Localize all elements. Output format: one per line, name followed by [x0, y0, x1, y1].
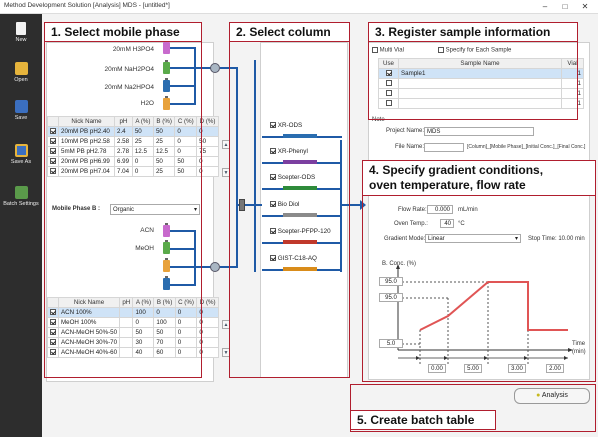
callout-gradient-line2: oven temperature, flow rate — [369, 178, 526, 192]
callout-select-column: 2. Select column — [229, 22, 350, 42]
project-name-input[interactable]: MDS — [424, 127, 534, 136]
sidebar-item-label: Batch Settings — [3, 201, 39, 207]
sidebar-item-label: Save As — [10, 159, 32, 165]
sidebar: New Open Save Save As Batch Settings — [0, 14, 42, 437]
mobile-phase-highlight — [44, 22, 202, 378]
callout-select-mobile-phase: 1. Select mobile phase — [44, 22, 202, 42]
window-title: Method Development Solution [Analysis] M… — [4, 2, 170, 9]
column-highlight — [229, 22, 350, 378]
title-bar: Method Development Solution [Analysis] M… — [0, 0, 598, 14]
open-folder-icon — [14, 62, 28, 75]
pump-b-icon — [210, 262, 220, 272]
callout-gradient-line1: 4. Specify gradient conditions, — [369, 163, 544, 177]
sidebar-item-save-as[interactable]: Save As — [0, 144, 42, 165]
maximize-button[interactable]: □ — [558, 1, 572, 12]
save-icon — [14, 100, 28, 113]
sidebar-item-new[interactable]: New — [0, 22, 42, 43]
sidebar-item-open[interactable]: Open — [0, 62, 42, 83]
callout-register-sample: 3. Register sample information — [368, 22, 578, 42]
file-name-label: File Name: — [395, 144, 425, 150]
batch-settings-icon — [14, 186, 28, 199]
sidebar-item-label: Open — [14, 77, 28, 83]
minimize-button[interactable]: – — [538, 1, 552, 12]
save-as-icon — [14, 144, 28, 157]
sidebar-item-label: New — [15, 37, 27, 43]
pump-a-icon — [210, 63, 220, 73]
project-name-label: Project Name: — [386, 128, 425, 134]
new-file-icon — [16, 22, 26, 35]
file-name-input[interactable] — [424, 143, 464, 152]
file-name-hint: [Column]_[Mobile Phase]_[Initial Conc.]_… — [467, 144, 586, 150]
sidebar-item-save[interactable]: Save — [0, 100, 42, 121]
sidebar-item-label: Save — [14, 115, 28, 121]
sidebar-item-batch-settings[interactable]: Batch Settings — [0, 186, 42, 207]
close-button[interactable]: ✕ — [578, 1, 592, 12]
callout-gradient: 4. Specify gradient conditions, oven tem… — [362, 160, 596, 196]
callout-create-batch: 5. Create batch table — [350, 410, 496, 430]
